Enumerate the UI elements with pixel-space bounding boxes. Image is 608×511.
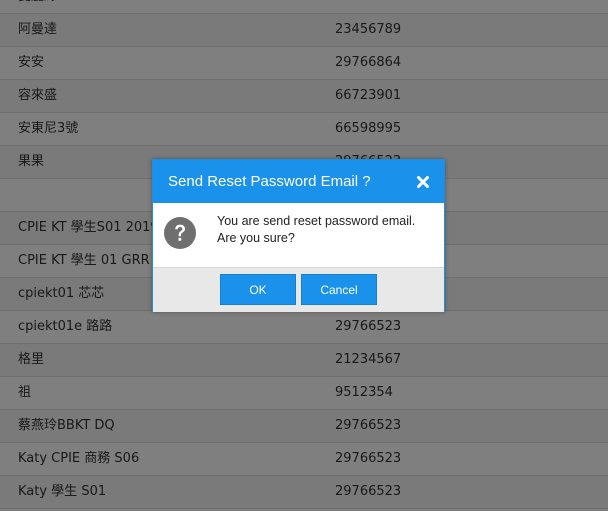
close-icon[interactable] xyxy=(414,173,432,191)
cancel-button[interactable]: Cancel xyxy=(301,274,377,305)
dialog-header: Send Reset Password Email ? xyxy=(153,160,444,203)
question-circle-icon xyxy=(164,217,196,249)
dialog-message: You are send reset password email. Are y… xyxy=(217,213,442,247)
dialog-message-line: You are send reset password email. xyxy=(217,214,416,228)
dialog-message-line: Are you sure? xyxy=(217,231,295,245)
dialog-body: You are send reset password email. Are y… xyxy=(153,203,444,267)
reset-password-dialog: Send Reset Password Email ? You are send… xyxy=(152,159,445,312)
dialog-title: Send Reset Password Email ? xyxy=(168,173,371,190)
ok-button[interactable]: OK xyxy=(220,274,296,305)
dialog-footer: OK Cancel xyxy=(153,267,444,312)
